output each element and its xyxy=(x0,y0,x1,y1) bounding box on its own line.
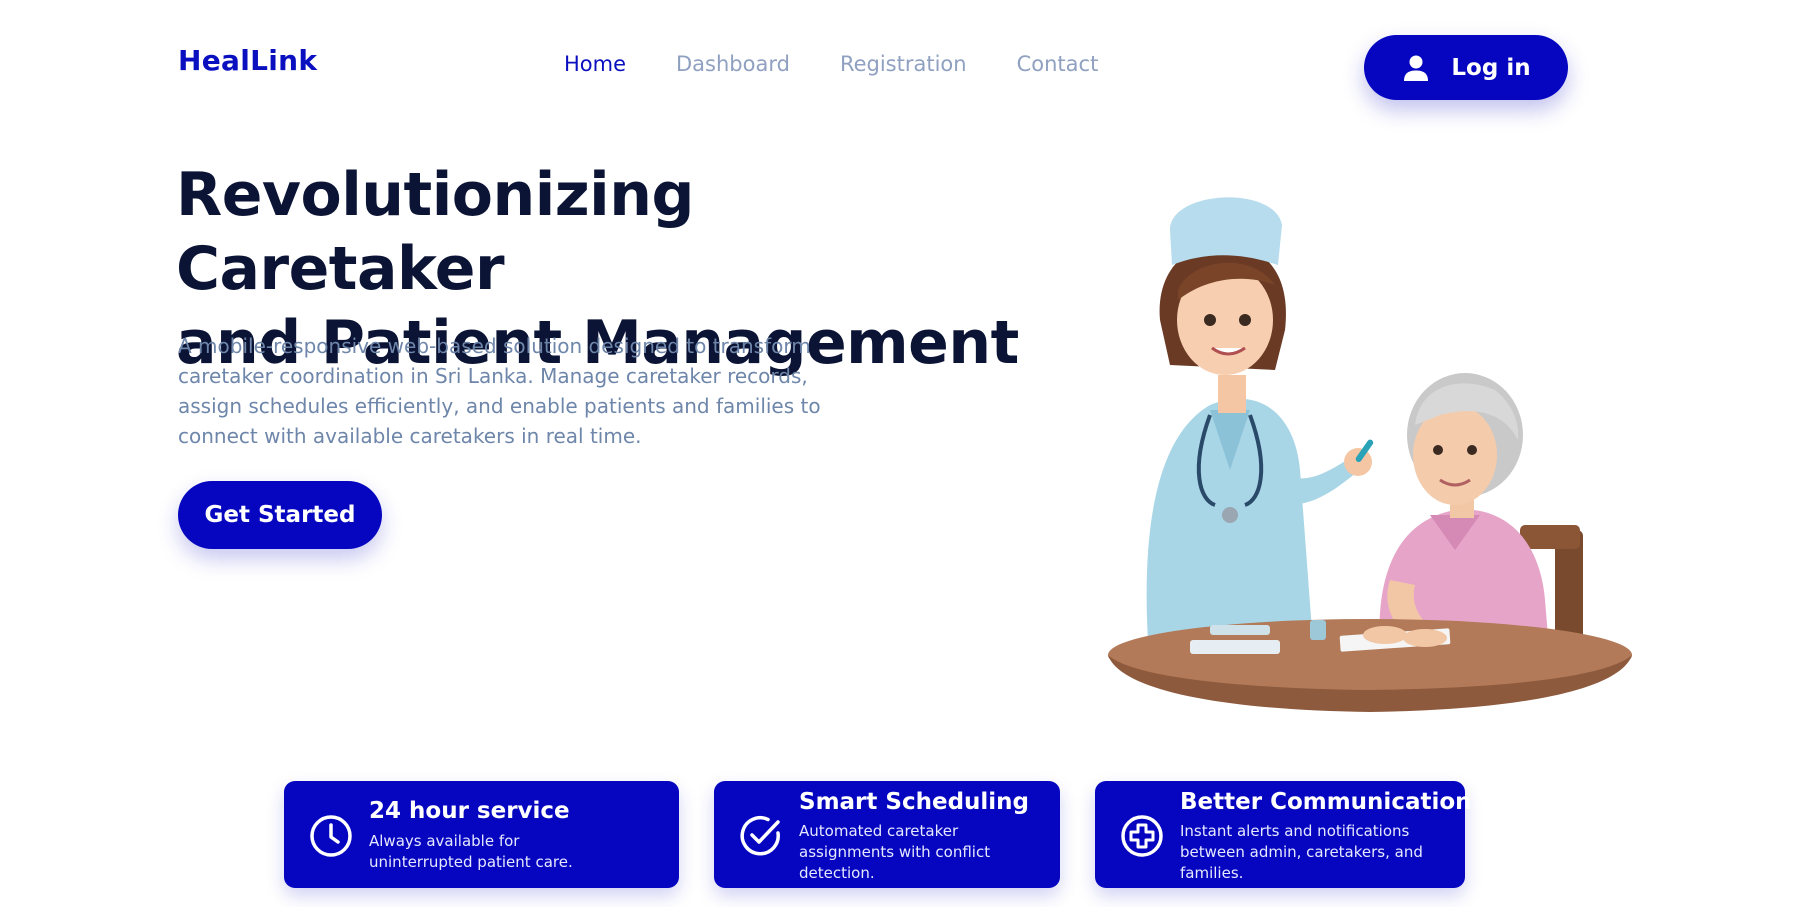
feature-title: Better Communication xyxy=(1180,789,1472,815)
feature-card-better-communication: Better Communication Instant alerts and … xyxy=(1095,781,1472,888)
main-nav: Home Dashboard Registration Contact xyxy=(564,52,1148,76)
feature-description: Automated caretaker assignments with con… xyxy=(799,822,991,882)
check-circle-icon xyxy=(740,816,780,856)
nav-registration[interactable]: Registration xyxy=(840,52,967,76)
login-button[interactable]: Log in xyxy=(1364,35,1568,100)
hero-title-line1: Revolutionizing Caretaker xyxy=(176,160,694,304)
nav-contact[interactable]: Contact xyxy=(1017,52,1099,76)
feature-description: Always available for uninterrupted patie… xyxy=(369,832,573,871)
brand-logo[interactable]: HealLink xyxy=(178,44,317,77)
login-label: Log in xyxy=(1451,54,1531,81)
clock-icon xyxy=(310,815,352,857)
hero-description: A mobile-responsive web-based solution d… xyxy=(178,334,821,448)
nav-dashboard[interactable]: Dashboard xyxy=(676,52,790,76)
get-started-button[interactable]: Get Started xyxy=(178,481,382,549)
nav-home[interactable]: Home xyxy=(564,52,626,76)
feature-card-24-hour-service: 24 hour service Always available for uni… xyxy=(284,781,679,888)
feature-card-smart-scheduling: Smart Scheduling Automated caretaker ass… xyxy=(714,781,1060,888)
feature-title: Smart Scheduling xyxy=(799,789,1030,815)
feature-title: 24 hour service xyxy=(369,798,570,824)
user-icon xyxy=(1404,55,1429,81)
medical-cross-icon xyxy=(1121,815,1163,857)
feature-description: Instant alerts and notifications between… xyxy=(1180,822,1423,882)
nurse-patient-illustration xyxy=(1108,197,1632,712)
